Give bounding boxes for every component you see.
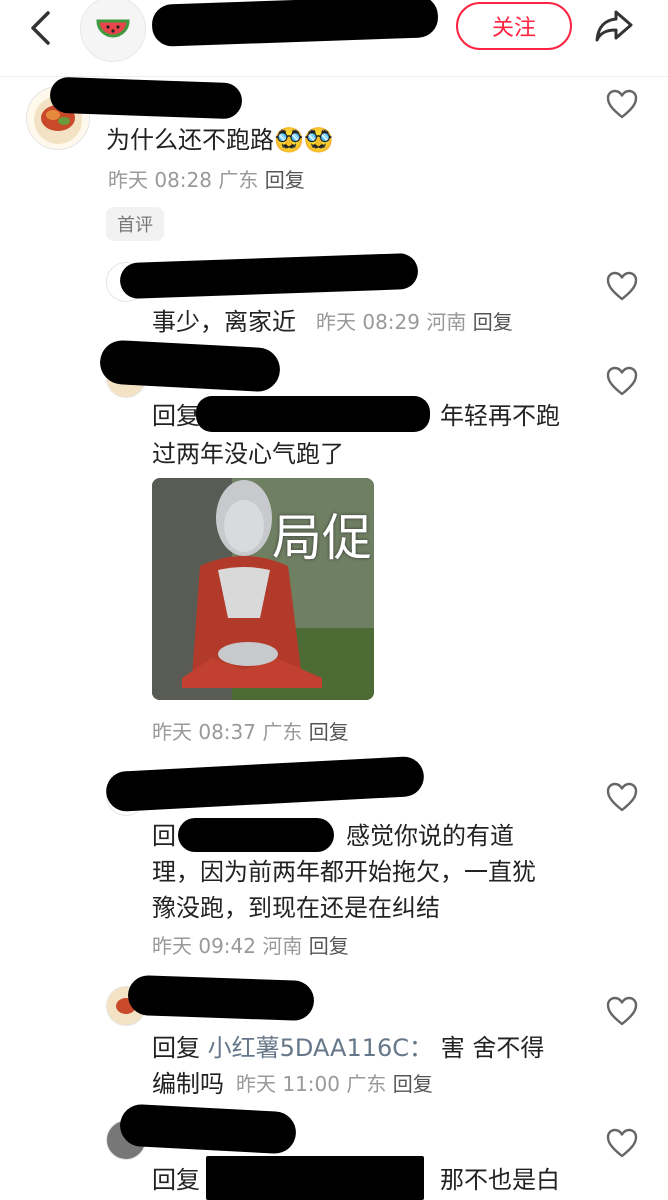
author-name-redacted: [151, 0, 439, 47]
replier-name-redacted: [105, 755, 425, 813]
reply-meta: 昨天 11:00 广东 回复: [236, 1070, 433, 1098]
reply-meta: 昨天 08:37 广东 回复: [152, 718, 349, 746]
comment-text: 为什么还不跑路🥸🥸: [106, 126, 334, 154]
mentioned-user-redacted: [178, 818, 334, 852]
reply-text-line1: 回复 小红薯5DAA116C： 害 舍不得: [152, 1034, 545, 1062]
reply-text-line1-tail: 年轻再不跑: [440, 402, 560, 430]
reply-location: 河南: [426, 310, 467, 334]
heart-icon[interactable]: [606, 271, 638, 301]
reply-text-line1: 回复: [152, 1166, 200, 1194]
reply-text-line2: 过两年没心气跑了: [152, 440, 344, 468]
replier-name-redacted: [119, 1103, 297, 1155]
reply-text-line2: 编制吗: [152, 1070, 224, 1098]
heart-icon[interactable]: [606, 996, 638, 1026]
reply-text-line1-tail: 那不也是白: [440, 1166, 560, 1194]
comment-time: 昨天 08:28: [108, 168, 212, 192]
author-avatar[interactable]: [80, 0, 146, 62]
replier-name-redacted: [119, 252, 419, 300]
reply-button[interactable]: 回复: [473, 310, 513, 334]
top-bar: 关注: [0, 0, 668, 77]
first-comment-badge: 首评: [106, 207, 164, 241]
reply-time: 昨天 09:42: [152, 934, 256, 958]
reply-button[interactable]: 回复: [309, 934, 349, 958]
heart-icon[interactable]: [606, 366, 638, 396]
heart-icon[interactable]: [606, 782, 638, 812]
share-button[interactable]: [592, 4, 636, 48]
replier-name-redacted: [98, 339, 282, 393]
heart-icon[interactable]: [606, 89, 638, 119]
reply-location: 广东: [262, 720, 303, 744]
reply-button[interactable]: 回复: [393, 1072, 433, 1096]
reply-location: 广东: [346, 1072, 387, 1096]
mentioned-user[interactable]: 小红薯5DAA116C：: [208, 1034, 433, 1062]
share-arrow-icon: [595, 10, 633, 42]
reply-text-line1: 回: [152, 822, 176, 850]
reply-text-line3: 豫没跑，到现在还是在纠结: [152, 894, 440, 922]
reply-text-line1: 回复: [152, 402, 200, 430]
heart-icon[interactable]: [606, 1128, 638, 1158]
reply-meta: 昨天 08:29 河南 回复: [316, 308, 513, 336]
replier-name-redacted: [127, 974, 315, 1022]
reply-text: 事少，离家近: [152, 308, 296, 336]
reply-text-line2: 理，因为前两年都开始拖欠，一直犹: [152, 858, 536, 886]
mentioned-user-redacted: [206, 1156, 424, 1200]
reply-location: 河南: [262, 934, 303, 958]
mentioned-user-redacted: [196, 396, 430, 432]
reply-meta: 昨天 09:42 河南 回复: [152, 932, 349, 960]
sticker-image[interactable]: 局促: [152, 478, 374, 700]
reply-time: 昨天 11:00: [236, 1072, 340, 1096]
comment-page: 关注 为什么还不跑路🥸🥸 昨天 08:28 广东 回复 首评 事少，离家近 昨天…: [0, 0, 668, 1200]
comment-location: 广东: [218, 168, 259, 192]
back-button[interactable]: [20, 8, 60, 48]
sticker-caption: 局促: [272, 509, 372, 567]
follow-button[interactable]: 关注: [456, 2, 572, 50]
watermelon-icon: [96, 19, 130, 38]
reply-button[interactable]: 回复: [265, 168, 305, 192]
reply-time: 昨天 08:29: [316, 310, 420, 334]
reply-button[interactable]: 回复: [309, 720, 349, 744]
emoji-sticker-icon: 🥸🥸: [274, 126, 334, 154]
reply-time: 昨天 08:37: [152, 720, 256, 744]
chevron-left-icon: [31, 11, 50, 45]
comment-meta: 昨天 08:28 广东 回复: [108, 166, 305, 194]
commenter-name-redacted: [49, 76, 243, 120]
reply-text-line1-tail: 感觉你说的有道: [346, 822, 514, 850]
